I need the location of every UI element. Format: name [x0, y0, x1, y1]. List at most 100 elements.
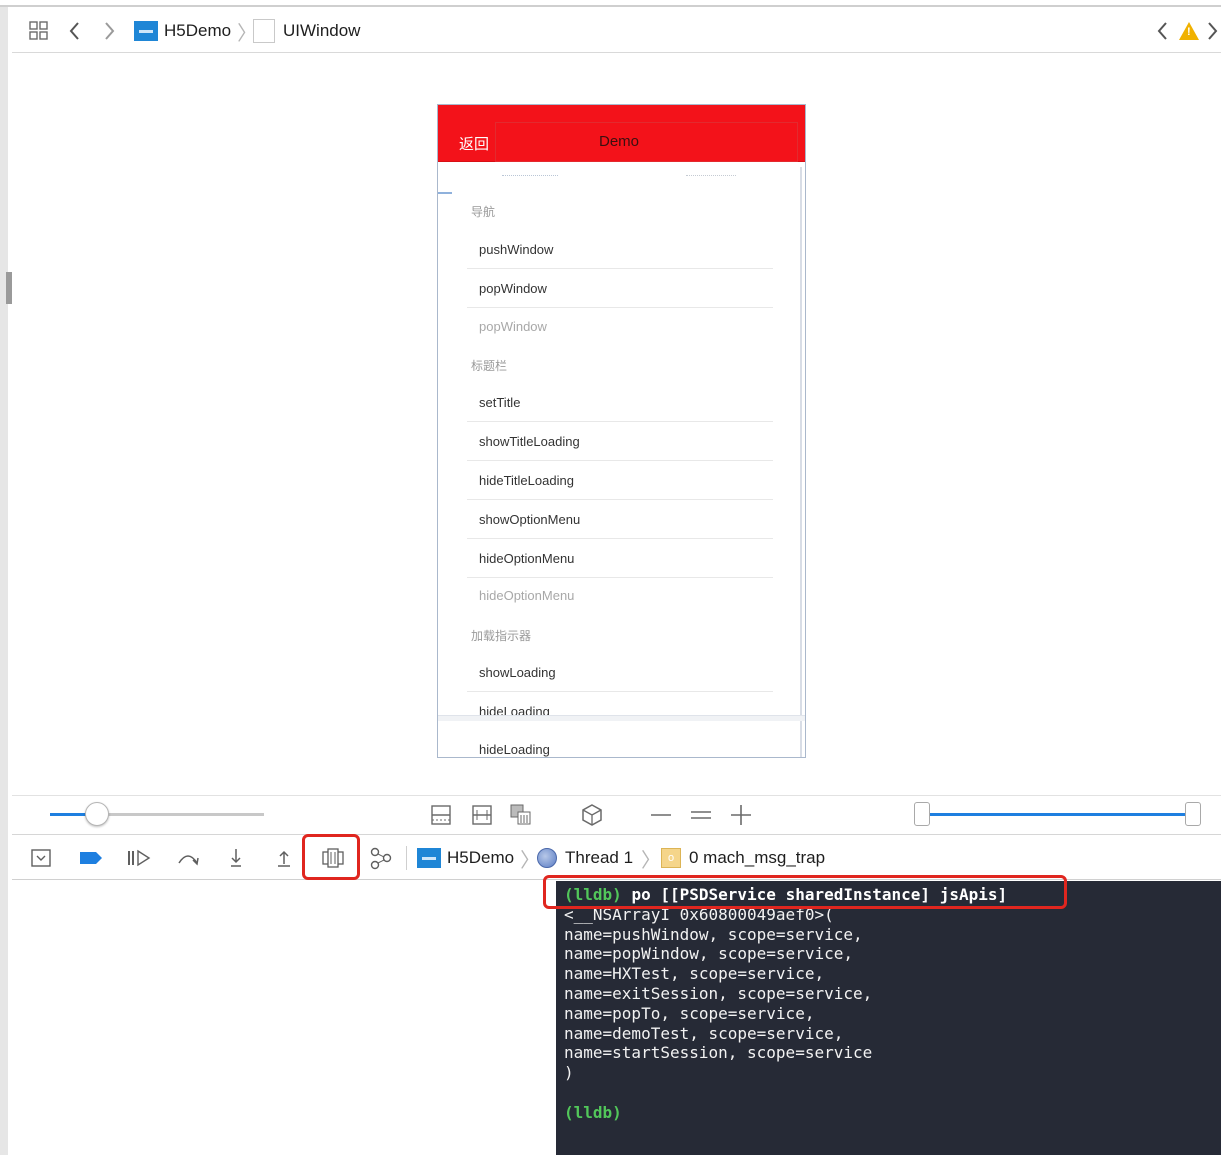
step-over-icon	[178, 855, 199, 866]
thread-icon	[537, 848, 557, 868]
list-item-label: popWindow	[479, 281, 547, 296]
chevron-right-icon	[1208, 22, 1218, 40]
zoom-out-button[interactable]	[650, 804, 672, 830]
hide-debug-area-button[interactable]	[30, 847, 52, 874]
nav-back-button[interactable]: 返回	[459, 133, 489, 154]
console-output-line: name=popTo, scope=service,	[564, 1003, 815, 1023]
show-constraints-button[interactable]	[471, 804, 493, 830]
actual-size-button[interactable]	[690, 804, 712, 830]
back-button[interactable]	[68, 9, 82, 53]
list-item[interactable]: setTitle	[467, 383, 773, 422]
list-item-label: hideOptionMenu	[479, 588, 575, 603]
step-into-icon	[231, 849, 241, 867]
console-output-line: name=exitSession, scope=service,	[564, 983, 873, 1003]
list-item[interactable]: hideLoading	[467, 692, 773, 731]
chevron-left-icon	[69, 22, 79, 40]
console-output-line: )	[564, 1063, 574, 1083]
jump-bar: H5Demo 〉 UIWindow !	[12, 9, 1221, 53]
stack-frame-icon: o	[661, 848, 681, 868]
section-header: 加载指示器	[471, 629, 532, 643]
step-out-icon	[278, 850, 290, 867]
list-item[interactable]: hideTitleLoading	[467, 461, 773, 500]
list-item[interactable]: showTitleLoading	[467, 422, 773, 461]
toolbar-divider	[406, 846, 407, 870]
project-icon	[417, 848, 441, 868]
window-top-edge	[0, 0, 1221, 7]
range-slider-fill	[922, 813, 1194, 816]
list-item-label: hideLoading	[479, 742, 550, 757]
list-item-label: hideOptionMenu	[479, 551, 575, 566]
project-icon	[134, 21, 158, 41]
hide-panel-icon	[31, 849, 51, 867]
step-into-button[interactable]	[226, 847, 246, 874]
debug-memory-graph-button[interactable]	[369, 847, 393, 876]
range-slider-high-handle[interactable]	[1185, 802, 1201, 826]
breadcrumb-separator-icon: 〉	[641, 849, 662, 872]
lldb-console[interactable]: (lldb) po [[PSDService sharedInstance] j…	[556, 881, 1221, 1155]
list-item[interactable]: showOptionMenu	[467, 500, 773, 539]
section-header: 标题栏	[471, 359, 508, 373]
view-debugger-toolbar	[12, 795, 1221, 835]
debug-breadcrumb-thread-label: Thread 1	[565, 848, 634, 867]
related-items-icon[interactable]	[28, 9, 50, 53]
list-item[interactable]: hideOptionMenu	[467, 539, 773, 578]
debug-breadcrumb-project[interactable]: H5Demo 〉	[417, 836, 540, 880]
list-item[interactable]: showLoading	[467, 653, 773, 692]
wireframe-icon	[510, 804, 531, 825]
previous-issue-button[interactable]	[1156, 9, 1170, 53]
spacing-slider-knob[interactable]	[85, 802, 110, 826]
list-item[interactable]: popWindow	[467, 307, 773, 346]
app-navigation-bar: 返回 Demo	[438, 105, 805, 162]
debug-breadcrumb-thread[interactable]: Thread 1 〉	[537, 836, 661, 880]
memory-graph-icon	[370, 847, 392, 870]
forward-button[interactable]	[102, 9, 116, 53]
header-outline	[502, 175, 558, 176]
cube-icon	[582, 804, 602, 826]
orient-3d-button[interactable]	[580, 803, 604, 831]
minus-icon	[651, 814, 671, 816]
next-issue-button[interactable]	[1205, 9, 1219, 53]
window-icon	[253, 19, 275, 43]
nav-bar-subview-outline	[495, 122, 798, 162]
clip-content-icon	[431, 805, 451, 825]
step-over-button[interactable]	[176, 847, 200, 874]
list-item-label: popWindow	[479, 319, 547, 334]
console-output-line: name=demoTest, scope=service,	[564, 1023, 844, 1043]
continue-button[interactable]	[126, 847, 152, 874]
toggle-breakpoints-button[interactable]	[78, 847, 104, 874]
console-final-prompt[interactable]: (lldb)	[564, 1103, 1221, 1123]
list-item[interactable]: hideOptionMenu	[467, 576, 773, 615]
section-header: 导航	[471, 205, 496, 219]
breakpoint-icon	[80, 852, 102, 864]
nav-title: Demo	[599, 133, 640, 150]
console-output-line: name=HXTest, scope=service,	[564, 964, 825, 984]
list-item[interactable]: pushWindow	[467, 230, 773, 269]
list-item-label: showTitleLoading	[479, 434, 580, 449]
console-output-line: name=pushWindow, scope=service,	[564, 924, 863, 944]
list-item[interactable]: popWindow	[467, 269, 773, 308]
warning-indicator[interactable]: !	[1179, 9, 1199, 53]
layer-divider	[438, 715, 805, 721]
annotation-highlight-command	[543, 875, 1067, 909]
debug-breadcrumb-frame[interactable]: o 0 mach_msg_trap	[661, 836, 825, 880]
continue-icon	[128, 849, 151, 867]
list-item[interactable]: hideLoading	[467, 730, 773, 757]
render-mode-button[interactable]	[509, 803, 533, 831]
breadcrumb-project[interactable]: H5Demo 〉	[134, 9, 257, 53]
list-item-label: showLoading	[479, 665, 556, 680]
debug-breadcrumb-project-label: H5Demo	[447, 848, 515, 867]
simulated-app-view[interactable]: 返回 Demo 导航 pushWindow popWindow popWindo…	[437, 104, 806, 758]
annotation-highlight-view-debugger	[302, 834, 360, 880]
variables-view[interactable]	[12, 881, 556, 1155]
step-out-button[interactable]	[274, 847, 294, 874]
zoom-in-button[interactable]	[730, 804, 752, 830]
list-item-label: hideTitleLoading	[479, 473, 574, 488]
constraints-icon	[472, 805, 492, 825]
list-item-label: pushWindow	[479, 242, 554, 257]
console-output-line: name=popWindow, scope=service,	[564, 944, 853, 964]
range-slider-low-handle[interactable]	[914, 802, 930, 826]
breadcrumb-window[interactable]: UIWindow	[253, 9, 360, 53]
plus-icon	[731, 805, 751, 825]
chevron-left-icon	[1157, 22, 1167, 40]
show-clipped-content-button[interactable]	[430, 804, 452, 830]
